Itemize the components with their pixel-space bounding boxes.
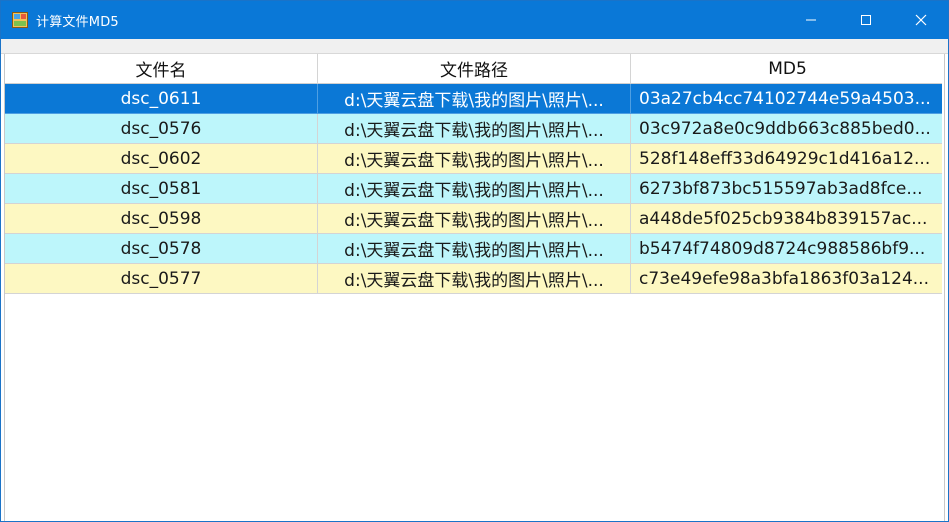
toolbar-strip [1, 39, 948, 54]
cell-filepath[interactable]: d:\天翼云盘下载\我的图片\照片\... [318, 114, 631, 144]
main-window: 计算文件MD5 文件名 文件路径 MD5 dsc_0611 d:\天翼云盘下载\… [0, 0, 949, 522]
cell-md5[interactable]: 03a27cb4cc74102744e59a4503... [631, 84, 942, 114]
cell-filepath[interactable]: d:\天翼云盘下载\我的图片\照片\... [318, 84, 631, 114]
window-title: 计算文件MD5 [36, 14, 119, 30]
cell-filename[interactable]: dsc_0602 [5, 144, 318, 174]
close-button[interactable] [893, 1, 948, 39]
cell-md5[interactable]: 528f148eff33d64929c1d416a12... [631, 144, 942, 174]
cell-filename[interactable]: dsc_0598 [5, 204, 318, 234]
cell-md5[interactable]: a448de5f025cb9384b839157ac... [631, 204, 942, 234]
maximize-icon [860, 15, 871, 25]
cell-filename[interactable]: dsc_0577 [5, 264, 318, 294]
cell-md5[interactable]: 03c972a8e0c9ddb663c885bed0... [631, 114, 942, 144]
cell-md5[interactable]: 6273bf873bc515597ab3ad8fce... [631, 174, 942, 204]
cell-filepath[interactable]: d:\天翼云盘下载\我的图片\照片\... [318, 204, 631, 234]
title-bar[interactable]: 计算文件MD5 [1, 1, 948, 39]
minimize-button[interactable] [783, 1, 838, 39]
cell-md5[interactable]: c73e49efe98a3bfa1863f03a124... [631, 264, 942, 294]
minimize-icon [805, 19, 816, 21]
cell-filepath[interactable]: d:\天翼云盘下载\我的图片\照片\... [318, 234, 631, 264]
table-row[interactable]: dsc_0576 d:\天翼云盘下载\我的图片\照片\... 03c972a8e… [5, 114, 944, 144]
table-row[interactable]: dsc_0598 d:\天翼云盘下载\我的图片\照片\... a448de5f0… [5, 204, 944, 234]
cell-filepath[interactable]: d:\天翼云盘下载\我的图片\照片\... [318, 144, 631, 174]
grid-header: 文件名 文件路径 MD5 [5, 54, 944, 84]
cell-filepath[interactable]: d:\天翼云盘下载\我的图片\照片\... [318, 174, 631, 204]
cell-md5[interactable]: b5474f74809d8724c988586bf9... [631, 234, 942, 264]
file-md5-grid[interactable]: 文件名 文件路径 MD5 dsc_0611 d:\天翼云盘下载\我的图片\照片\… [4, 54, 945, 521]
cell-filename[interactable]: dsc_0611 [5, 84, 318, 114]
table-row[interactable]: dsc_0581 d:\天翼云盘下载\我的图片\照片\... 6273bf873… [5, 174, 944, 204]
cell-filename[interactable]: dsc_0578 [5, 234, 318, 264]
window-controls [783, 1, 948, 39]
app-icon[interactable] [12, 12, 28, 28]
table-row[interactable]: dsc_0602 d:\天翼云盘下载\我的图片\照片\... 528f148ef… [5, 144, 944, 174]
cell-filename[interactable]: dsc_0581 [5, 174, 318, 204]
column-header-md5[interactable]: MD5 [631, 54, 942, 84]
cell-filepath[interactable]: d:\天翼云盘下载\我的图片\照片\... [318, 264, 631, 294]
close-icon [915, 14, 926, 26]
table-row[interactable]: dsc_0611 d:\天翼云盘下载\我的图片\照片\... 03a27cb4c… [5, 84, 944, 114]
cell-filename[interactable]: dsc_0576 [5, 114, 318, 144]
maximize-button[interactable] [838, 1, 893, 39]
column-header-filename[interactable]: 文件名 [5, 54, 318, 84]
table-row[interactable]: dsc_0577 d:\天翼云盘下载\我的图片\照片\... c73e49efe… [5, 264, 944, 294]
table-row[interactable]: dsc_0578 d:\天翼云盘下载\我的图片\照片\... b5474f748… [5, 234, 944, 264]
column-header-filepath[interactable]: 文件路径 [318, 54, 631, 84]
